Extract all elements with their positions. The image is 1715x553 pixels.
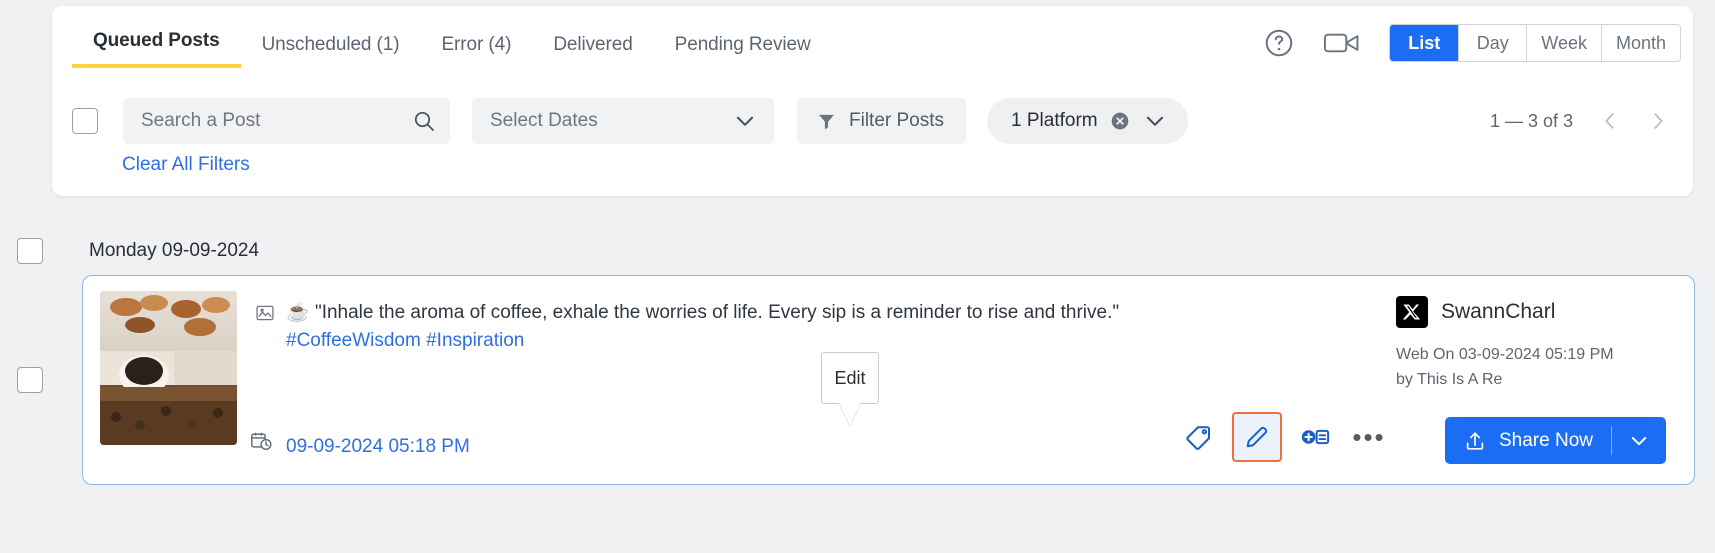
tab-bar: Queued Posts Unscheduled (1) Error (4) D… [72, 30, 832, 68]
post-actions: ••• [1172, 412, 1396, 462]
view-mode-label: List [1408, 32, 1441, 53]
account-name: SwannCharl [1441, 300, 1556, 323]
funnel-filter-icon [819, 114, 834, 129]
pagination-range: 1 — 3 of 3 [1489, 110, 1573, 131]
post-hashtags[interactable]: #CoffeeWisdom #Inspiration [286, 330, 524, 352]
view-mode-day[interactable]: Day [1458, 25, 1527, 61]
filter-posts-button[interactable]: Filter Posts [797, 98, 967, 144]
post-row: ☕ "Inhale the aroma of coffee, exhale th… [17, 275, 1695, 485]
duplicate-post-icon[interactable] [1288, 412, 1342, 462]
chevron-right-icon[interactable] [1647, 110, 1669, 132]
post-text: ☕ "Inhale the aroma of coffee, exhale th… [286, 298, 1394, 328]
share-dropdown-toggle[interactable] [1612, 417, 1666, 464]
date-group-label: Monday 09-09-2024 [89, 240, 260, 261]
more-options-icon[interactable]: ••• [1342, 412, 1396, 462]
select-all-checkbox[interactable] [72, 108, 98, 134]
chevron-down-icon[interactable] [1142, 108, 1168, 134]
post-body: "Inhale the aroma of coffee, exhale the … [314, 302, 1120, 323]
account-meta: Web On 03-09-2024 05:19 PM by This Is A … [1396, 342, 1666, 392]
ellipsis-glyph: ••• [1352, 421, 1386, 452]
filter-row: Search a Post Select Dates Filter Posts [72, 98, 1681, 144]
edit-post-button[interactable] [1232, 412, 1282, 462]
post-scheduled-time[interactable]: 09-09-2024 05:18 PM [286, 436, 470, 458]
platform-filter-chip[interactable]: 1 Platform [987, 98, 1188, 144]
filter-posts-label: Filter Posts [849, 110, 945, 131]
search-input[interactable]: Search a Post [123, 98, 450, 144]
post-card: ☕ "Inhale the aroma of coffee, exhale th… [82, 275, 1695, 485]
chevron-down-icon [1631, 436, 1647, 445]
toolbar-card: Queued Posts Unscheduled (1) Error (4) D… [52, 6, 1693, 196]
clear-chip-icon[interactable] [1110, 111, 1130, 131]
tag-icon[interactable] [1172, 412, 1226, 462]
account-row: SwannCharl [1396, 296, 1666, 328]
view-mode-switch: List Day Week Month [1389, 24, 1681, 62]
tab-queued-posts[interactable]: Queued Posts [72, 30, 241, 68]
tab-pending-review[interactable]: Pending Review [654, 34, 832, 68]
view-mode-label: Month [1615, 32, 1666, 53]
tab-label: Pending Review [674, 34, 811, 55]
calendar-posts-page: Queued Posts Unscheduled (1) Error (4) D… [0, 0, 1715, 553]
post-checkbox[interactable] [17, 367, 43, 393]
header-controls: List Day Week Month [1263, 24, 1681, 62]
coffee-emoji: ☕ [286, 302, 310, 323]
post-select-wrapper [17, 367, 43, 393]
view-mode-label: Day [1476, 32, 1509, 53]
search-placeholder: Search a Post [141, 110, 261, 131]
attachment-image-icon [255, 303, 275, 323]
chevron-left-icon[interactable] [1599, 110, 1621, 132]
help-circle-icon[interactable] [1263, 27, 1295, 59]
share-now-main[interactable]: Share Now [1445, 417, 1611, 464]
date-group-header: Monday 09-09-2024 [17, 238, 259, 264]
post-account-panel: SwannCharl Web On 03-09-2024 05:19 PM by… [1396, 296, 1666, 392]
schedule-clock-icon [250, 430, 272, 457]
tab-label: Error (4) [441, 34, 512, 55]
clear-all-filters-link[interactable]: Clear All Filters [122, 154, 250, 176]
platform-chip-label: 1 Platform [1011, 110, 1098, 131]
select-dates-dropdown[interactable]: Select Dates [472, 98, 774, 144]
post-thumbnail[interactable] [100, 291, 237, 445]
edit-tooltip: Edit [821, 352, 879, 404]
tab-error[interactable]: Error (4) [420, 34, 532, 68]
tab-unscheduled[interactable]: Unscheduled (1) [241, 34, 421, 68]
share-upload-icon [1466, 431, 1484, 450]
tab-label: Delivered [553, 34, 633, 55]
tab-delivered[interactable]: Delivered [532, 34, 653, 68]
date-group-checkbox[interactable] [17, 238, 43, 264]
video-camera-icon[interactable] [1323, 28, 1361, 58]
share-now-button[interactable]: Share Now [1445, 417, 1666, 464]
account-meta-line2: by This Is A Re [1396, 371, 1503, 388]
view-mode-label: Week [1541, 32, 1587, 53]
x-platform-icon [1396, 296, 1428, 328]
select-dates-placeholder: Select Dates [490, 110, 598, 131]
view-mode-list[interactable]: List [1390, 25, 1459, 61]
tab-label: Queued Posts [93, 30, 220, 51]
account-meta-line1: Web On 03-09-2024 05:19 PM [1396, 346, 1614, 363]
pagination: 1 — 3 of 3 [1490, 110, 1681, 132]
view-mode-week[interactable]: Week [1526, 25, 1601, 61]
share-now-label: Share Now [1499, 429, 1593, 451]
search-icon [414, 111, 434, 131]
chevron-down-icon [736, 116, 754, 126]
view-mode-month[interactable]: Month [1600, 25, 1680, 61]
tab-label: Unscheduled (1) [261, 34, 400, 55]
